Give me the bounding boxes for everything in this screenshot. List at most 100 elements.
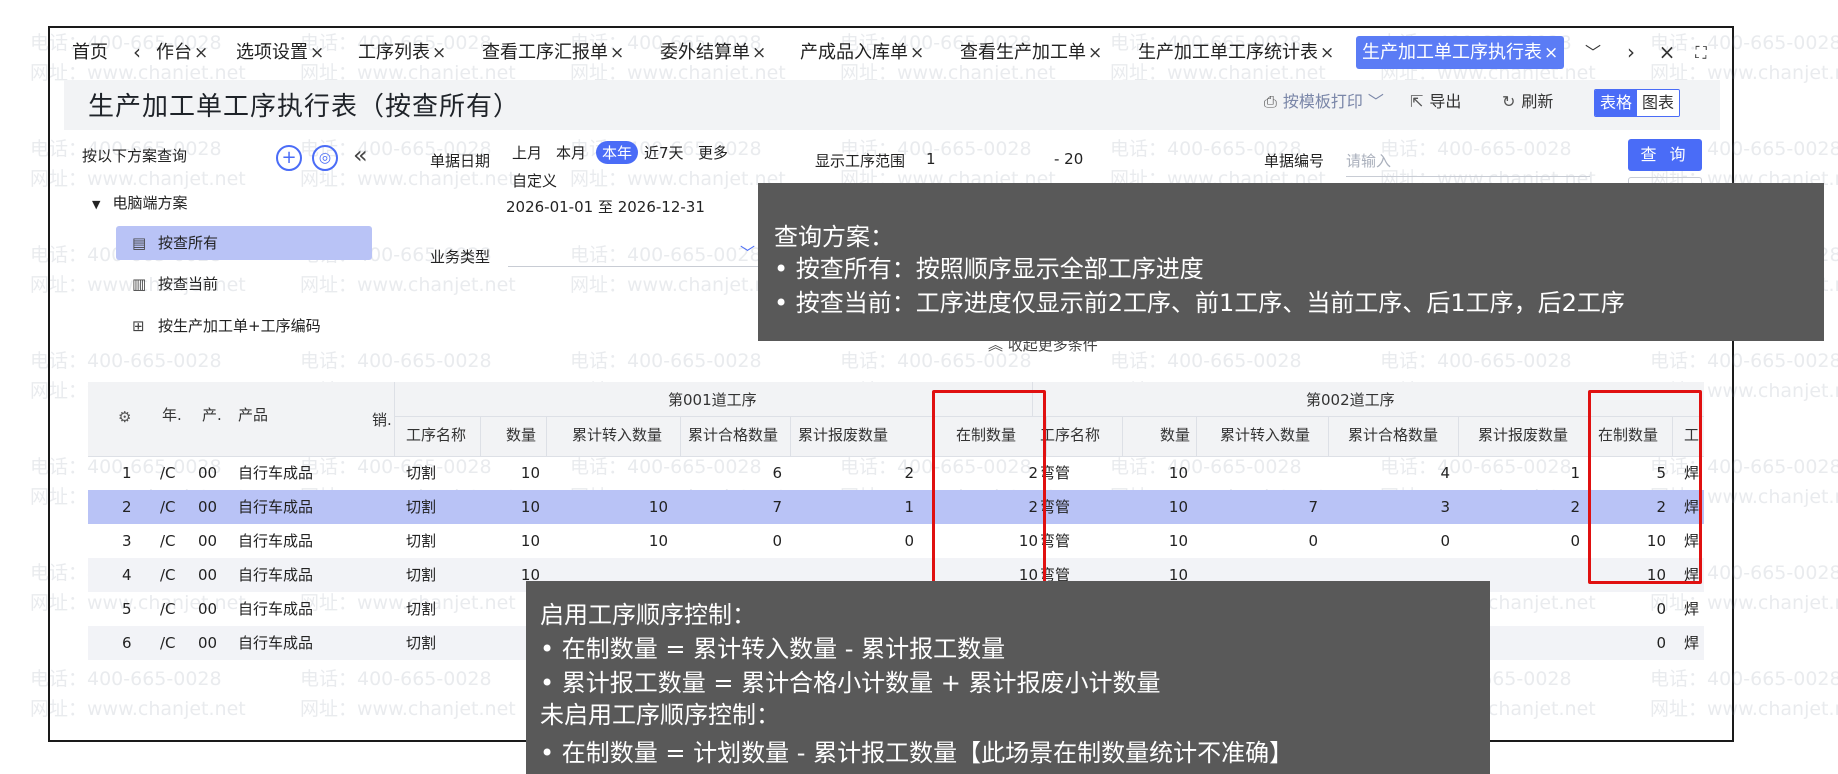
tab-home[interactable]: 首页 <box>66 36 114 69</box>
cell-row-no: 6 <box>122 634 132 652</box>
view-toggle: 表格 图表 <box>1594 89 1680 117</box>
cell-row-no: 1 <box>122 464 132 482</box>
close-icon[interactable]: × <box>1320 43 1334 63</box>
date-label: 单据日期 <box>430 152 491 170</box>
fullscreen-icon[interactable]: ⛶ <box>1688 36 1714 69</box>
scheme-item-current[interactable]: ▥ 按查当前 <box>116 267 372 301</box>
bar-chart-icon: ▥ <box>132 275 147 293</box>
column-divider <box>1196 416 1197 456</box>
biz-type-select[interactable] <box>508 266 758 267</box>
refresh-button[interactable]: ↻ 刷新 <box>1502 90 1553 114</box>
scheme-item-order-process[interactable]: ⊞ 按生产加工单+工序编码 <box>116 309 372 343</box>
callout-line: • 按查所有：按照顺序显示全部工序进度 <box>774 255 1204 283</box>
cell-product: 自行车成品 <box>238 600 314 618</box>
sub-header: 数量 <box>1160 426 1191 444</box>
cell-product: 自行车成品 <box>238 566 314 584</box>
range-to-input[interactable]: - 20 <box>1054 150 1083 168</box>
cell-year: /C <box>160 464 176 482</box>
callout-title: 查询方案： <box>774 223 894 251</box>
sub-header: 数量 <box>506 426 537 444</box>
callout-line: • 在制数量 = 累计转入数量 - 累计报工数量 <box>540 635 1006 663</box>
cell-qty-1: 10 <box>520 498 540 516</box>
tab-options[interactable]: 选项设置 × <box>230 36 330 69</box>
tab-finished-goods-inbound[interactable]: 产成品入库单 × <box>794 36 930 69</box>
scheme-item-all[interactable]: ▤ 按查所有 <box>116 226 372 260</box>
query-button[interactable]: 查 询 <box>1628 139 1702 171</box>
cell-prod-code: 00 <box>198 464 218 482</box>
group-header-process-1: 第001道工序 <box>668 391 757 409</box>
cell-process-name-1: 切割 <box>406 600 437 618</box>
callout-line: • 按查当前：工序进度仅显示前2工序、前1工序、当前工序、后1工序，后2工序 <box>774 289 1625 317</box>
tab-scroll-right-icon[interactable]: › <box>1618 36 1644 69</box>
column-divider <box>1458 416 1459 456</box>
highlight-wip-col-1 <box>932 390 1046 584</box>
view-table-button[interactable]: 表格 <box>1595 90 1637 116</box>
tab-process-execution[interactable]: 生产加工单工序执行表 × <box>1356 36 1565 69</box>
close-icon[interactable]: × <box>1088 43 1102 63</box>
column-divider <box>1122 416 1123 456</box>
header-bottom <box>88 456 1704 457</box>
cell-ok-2: 3 <box>1440 498 1450 516</box>
tab-workbench[interactable]: 作台 × <box>150 36 214 69</box>
close-icon[interactable]: × <box>610 43 624 63</box>
range-label: 显示工序范围 <box>815 152 906 170</box>
column-divider <box>790 416 791 456</box>
cell-row-no: 2 <box>122 498 132 516</box>
close-icon[interactable]: × <box>310 43 324 63</box>
close-all-icon[interactable]: × <box>1654 36 1680 69</box>
cell-product: 自行车成品 <box>238 634 314 652</box>
tab-view-production-order[interactable]: 查看生产加工单 × <box>954 36 1108 69</box>
column-settings-icon[interactable]: ⚙ <box>118 407 131 427</box>
cell-ok-1: 0 <box>772 532 782 550</box>
grid-icon: ⊞ <box>132 317 145 335</box>
tab-label: 生产加工单工序统计表 <box>1138 42 1318 63</box>
refresh-label: 刷新 <box>1521 92 1554 111</box>
cell-in-2: 7 <box>1308 498 1318 516</box>
chevron-down-icon[interactable]: ﹀ <box>740 242 755 263</box>
tree-root-pc-schemes[interactable]: ▼ 电脑端方案 <box>92 192 187 213</box>
sub-header: 工序名称 <box>406 426 467 444</box>
chevron-down-icon[interactable]: ﹀ <box>1580 36 1606 69</box>
settings-icon[interactable]: ◎ <box>312 145 338 171</box>
add-scheme-icon[interactable]: + <box>276 145 302 171</box>
tab-process-list[interactable]: 工序列表 × <box>352 36 452 69</box>
cell-product: 自行车成品 <box>238 464 314 482</box>
scheme-item-label: 按查所有 <box>158 234 219 252</box>
range-from-input[interactable]: 1 <box>926 150 936 168</box>
date-opt-last-month[interactable]: 上月 <box>512 142 542 163</box>
export-icon: ⇱ <box>1410 92 1424 111</box>
cell-prod-code: 00 <box>198 498 218 516</box>
sub-header: 累计报废数量 <box>1478 426 1569 444</box>
sub-header: 累计报废数量 <box>798 426 889 444</box>
date-range-value[interactable]: 2026-01-01 至 2026-12-31 <box>506 196 705 217</box>
date-opt-more[interactable]: 更多 <box>698 142 728 163</box>
print-template-button[interactable]: ⎙ 按模板打印 ﹀ <box>1264 90 1384 114</box>
cell-process-name-1: 切割 <box>406 566 437 584</box>
tab-bar: 首页 ‹ 作台 × 选项设置 × 工序列表 × 查看工序汇报单 × 委外结算单 × 产成品… <box>50 34 1734 72</box>
collapse-panel-icon[interactable]: « <box>353 141 368 169</box>
cell-qty-1: 10 <box>520 464 540 482</box>
cell-qty-2: 10 <box>1168 498 1188 516</box>
close-icon[interactable]: × <box>910 43 924 63</box>
cell-row-no: 4 <box>122 566 132 584</box>
view-chart-button[interactable]: 图表 <box>1637 90 1679 116</box>
cell-row-no: 3 <box>122 532 132 550</box>
cell-scrap-1: 0 <box>904 532 914 550</box>
column-divider <box>680 416 681 456</box>
close-icon[interactable]: × <box>432 43 446 63</box>
export-button[interactable]: ⇱ 导出 <box>1410 90 1461 114</box>
close-icon[interactable]: × <box>1544 43 1558 63</box>
close-icon[interactable]: × <box>752 43 766 63</box>
close-icon[interactable]: × <box>194 43 208 63</box>
cell-prod-code: 00 <box>198 634 218 652</box>
date-opt-this-year[interactable]: 本年 <box>596 141 639 164</box>
doc-no-input[interactable]: 请输入 <box>1346 150 1391 171</box>
tab-scroll-left-icon[interactable]: ‹ <box>124 36 150 69</box>
sub-header: 累计合格数量 <box>688 426 779 444</box>
tab-process-statistics[interactable]: 生产加工单工序统计表 × <box>1132 36 1340 69</box>
date-opt-custom[interactable]: 自定义 <box>512 170 557 191</box>
date-opt-this-month[interactable]: 本月 <box>556 142 586 163</box>
tab-process-report[interactable]: 查看工序汇报单 × <box>476 36 630 69</box>
date-opt-last-7-days[interactable]: 近7天 <box>644 142 684 163</box>
tab-outsource-settlement[interactable]: 委外结算单 × <box>654 36 772 69</box>
